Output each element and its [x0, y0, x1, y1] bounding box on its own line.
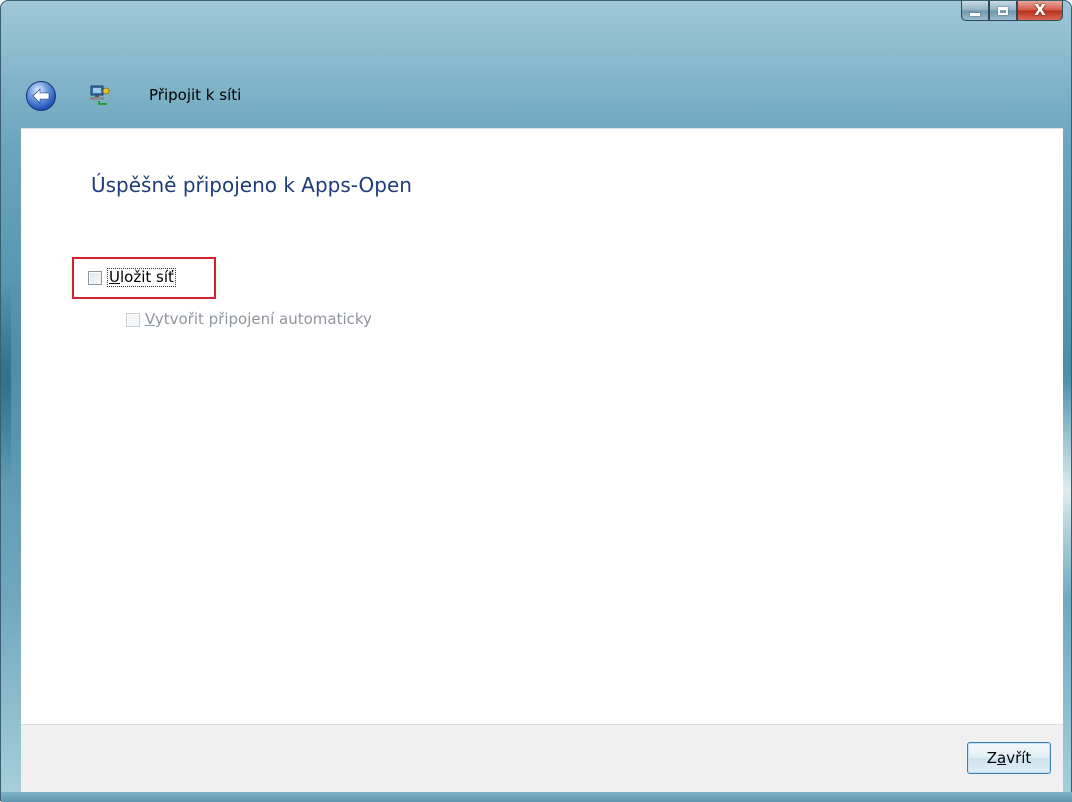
- back-button[interactable]: [26, 81, 56, 111]
- save-network-label[interactable]: Uložit síť: [107, 268, 176, 287]
- close-window-button[interactable]: X: [1017, 1, 1063, 21]
- minimize-button[interactable]: [961, 1, 989, 21]
- maximize-icon: [998, 6, 1008, 15]
- save-network-checkbox[interactable]: [88, 271, 102, 285]
- minimize-icon: [970, 12, 980, 16]
- network-connection-icon: [90, 85, 110, 105]
- close-button-mnemonic: a: [996, 749, 1007, 767]
- auto-connect-label-text: ytvořit připojení automaticky: [154, 310, 372, 328]
- close-button-text-pre: Z: [986, 749, 997, 767]
- close-button[interactable]: Za vřít: [967, 742, 1051, 774]
- page-heading: Úspěšně připojeno k Apps-Open: [91, 173, 412, 197]
- dialog-footer: Za vřít: [21, 724, 1063, 792]
- dialog-window: X Připojit k síti Úspěšně připojeno k Ap…: [0, 0, 1072, 802]
- back-arrow-icon: [32, 88, 50, 104]
- frame-accent: [1, 281, 11, 481]
- auto-connect-label[interactable]: Vytvořit připojení automaticky: [145, 311, 372, 328]
- auto-connect-mnemonic: V: [145, 310, 155, 328]
- window-title: Připojit k síti: [149, 86, 242, 104]
- close-button-text-post: vřít: [1006, 749, 1032, 767]
- caption-buttons: X: [961, 1, 1063, 23]
- close-icon: X: [1034, 1, 1046, 19]
- maximize-button[interactable]: [989, 1, 1017, 21]
- auto-connect-checkbox[interactable]: [126, 313, 140, 327]
- save-network-mnemonic: U: [109, 268, 120, 286]
- content-area: Úspěšně připojeno k Apps-Open Uložit síť…: [21, 128, 1063, 725]
- save-network-label-text: ložit síť: [119, 268, 174, 286]
